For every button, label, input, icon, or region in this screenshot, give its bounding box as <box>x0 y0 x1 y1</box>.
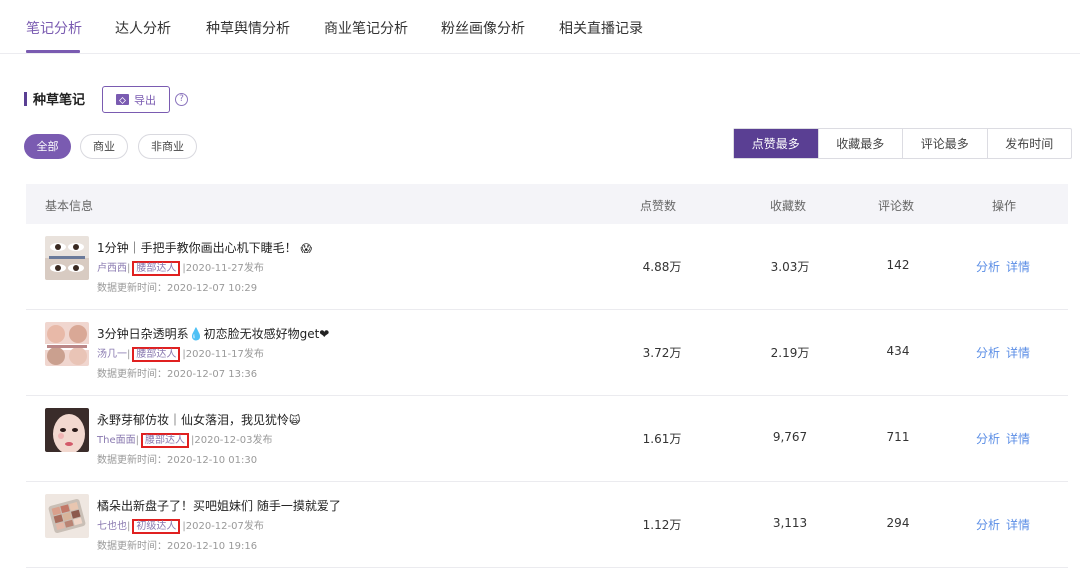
likes-count: 4.88万 <box>642 260 682 274</box>
likes-count: 3.72万 <box>642 346 682 360</box>
note-meta: 卢西西| 腰部达人 |2020-11-27发布 <box>97 261 264 276</box>
author-name[interactable]: 汤几一 <box>97 349 127 360</box>
excel-icon <box>116 94 129 105</box>
filter-all[interactable]: 全部 <box>24 134 71 159</box>
note-meta: The面面| 腰部达人 |2020-12-03发布 <box>97 433 273 448</box>
influencer-tag: 腰部达人 <box>132 347 181 362</box>
section-title: 种草笔记 <box>33 93 86 108</box>
tab-influencer-analysis[interactable]: 达人分析 <box>115 18 171 38</box>
filter-commercial[interactable]: 商业 <box>80 134 128 159</box>
detail-link[interactable]: 详情 <box>1006 346 1030 360</box>
influencer-tag: 腰部达人 <box>140 433 189 448</box>
tab-fan-profile[interactable]: 粉丝画像分析 <box>441 18 525 38</box>
publish-date: 2020-11-27发布 <box>185 263 264 274</box>
sort-most-favorites[interactable]: 收藏最多 <box>817 129 903 158</box>
likes-count: 1.61万 <box>642 432 682 446</box>
note-title[interactable]: 3分钟日杂透明系💧初恋脸无妆感好物get❤ <box>97 325 329 342</box>
active-tab-indicator <box>26 50 80 53</box>
note-title[interactable]: 1分钟｜手把手教你画出心机下睫毛！ 😱 <box>97 239 312 256</box>
note-thumbnail[interactable] <box>45 494 89 538</box>
publish-date: 2020-12-03发布 <box>194 435 273 446</box>
header-ops: 操作 <box>992 199 1017 213</box>
note-meta: 七也也| 初级达人 |2020-12-07发布 <box>97 519 264 534</box>
favorites-count: 3.03万 <box>770 260 810 274</box>
analyze-link[interactable]: 分析 <box>976 518 1000 532</box>
note-thumbnail[interactable] <box>45 408 89 452</box>
publish-date: 2020-12-07发布 <box>185 521 264 532</box>
favorites-count: 3,113 <box>772 516 808 530</box>
tab-live-records[interactable]: 相关直播记录 <box>559 18 643 38</box>
influencer-tag: 腰部达人 <box>132 261 181 276</box>
comments-count: 434 <box>886 344 910 358</box>
analyze-link[interactable]: 分析 <box>976 260 1000 274</box>
tab-seeding-sentiment[interactable]: 种草舆情分析 <box>206 18 290 38</box>
detail-link[interactable]: 详情 <box>1006 432 1030 446</box>
update-time: 数据更新时间：2020-12-07 13:36 <box>97 369 258 380</box>
help-icon[interactable]: ? <box>175 93 188 106</box>
note-title[interactable]: 永野芽郁仿妆｜仙女落泪，我见犹怜🙀 <box>97 411 300 428</box>
note-thumbnail[interactable] <box>45 236 89 280</box>
author-name[interactable]: 卢西西 <box>97 263 127 274</box>
update-time: 数据更新时间：2020-12-10 19:16 <box>97 541 258 552</box>
filter-non-commercial[interactable]: 非商业 <box>138 134 197 159</box>
table-row: 1分钟｜手把手教你画出心机下睫毛！ 😱 卢西西| 腰部达人 |2020-11-27发… <box>26 224 1068 310</box>
sort-publish-time[interactable]: 发布时间 <box>986 129 1072 158</box>
header-favorites[interactable]: 收藏数 <box>770 197 806 214</box>
header-comments[interactable]: 评论数 <box>878 197 914 214</box>
author-name[interactable]: 七也也 <box>97 521 127 532</box>
tab-commercial-notes[interactable]: 商业笔记分析 <box>324 18 408 38</box>
table-row: 3分钟日杂透明系💧初恋脸无妆感好物get❤ 汤几一| 腰部达人 |2020-11-1… <box>26 310 1068 396</box>
note-title[interactable]: 橘朵出新盘子了！买吧姐妹们 随手一摸就爱了 <box>97 497 341 514</box>
analyze-link[interactable]: 分析 <box>976 432 1000 446</box>
favorites-count: 9,767 <box>772 430 808 444</box>
publish-date: 2020-11-17发布 <box>185 349 264 360</box>
table-header: 基本信息 点赞数 收藏数 评论数 操作 <box>26 184 1068 224</box>
author-name[interactable]: The面面 <box>97 435 136 446</box>
table-row: 橘朵出新盘子了！买吧姐妹们 随手一摸就爱了 七也也| 初级达人 |2020-12-0… <box>26 482 1068 568</box>
tab-note-analysis[interactable]: 笔记分析 <box>26 18 82 38</box>
weary-cat-emoji-icon: 🙀 <box>289 414 301 427</box>
export-button[interactable]: 导出 <box>102 86 170 113</box>
sort-most-comments[interactable]: 评论最多 <box>902 129 987 158</box>
note-meta: 汤几一| 腰部达人 |2020-11-17发布 <box>97 347 264 362</box>
comments-count: 294 <box>886 516 910 530</box>
export-label: 导出 <box>134 93 156 107</box>
table-row: 永野芽郁仿妆｜仙女落泪，我见犹怜🙀 The面面| 腰部达人 |2020-12-03发… <box>26 396 1068 482</box>
likes-count: 1.12万 <box>642 518 682 532</box>
note-thumbnail[interactable] <box>45 322 89 366</box>
sort-most-likes[interactable]: 点赞最多 <box>734 129 818 158</box>
row-ops: 分析 详情 <box>976 258 1036 275</box>
row-ops: 分析 详情 <box>976 344 1036 361</box>
analyze-link[interactable]: 分析 <box>976 346 1000 360</box>
header-info: 基本信息 <box>45 199 94 213</box>
section-marker <box>24 92 27 106</box>
detail-link[interactable]: 详情 <box>1006 518 1030 532</box>
detail-link[interactable]: 详情 <box>1006 260 1030 274</box>
comments-count: 711 <box>886 430 910 444</box>
sort-group: 点赞最多 收藏最多 评论最多 发布时间 <box>733 128 1072 159</box>
comments-count: 142 <box>886 258 910 272</box>
row-ops: 分析 详情 <box>976 430 1036 447</box>
update-time: 数据更新时间：2020-12-07 10:29 <box>97 283 258 294</box>
influencer-tag: 初级达人 <box>132 519 181 534</box>
favorites-count: 2.19万 <box>770 346 810 360</box>
scream-emoji-icon: 😱 <box>300 242 312 255</box>
top-tabs: 笔记分析 达人分析 种草舆情分析 商业笔记分析 粉丝画像分析 相关直播记录 <box>0 0 1080 54</box>
header-likes[interactable]: 点赞数 <box>640 197 676 214</box>
update-time: 数据更新时间：2020-12-10 01:30 <box>97 455 258 466</box>
row-ops: 分析 详情 <box>976 516 1036 533</box>
